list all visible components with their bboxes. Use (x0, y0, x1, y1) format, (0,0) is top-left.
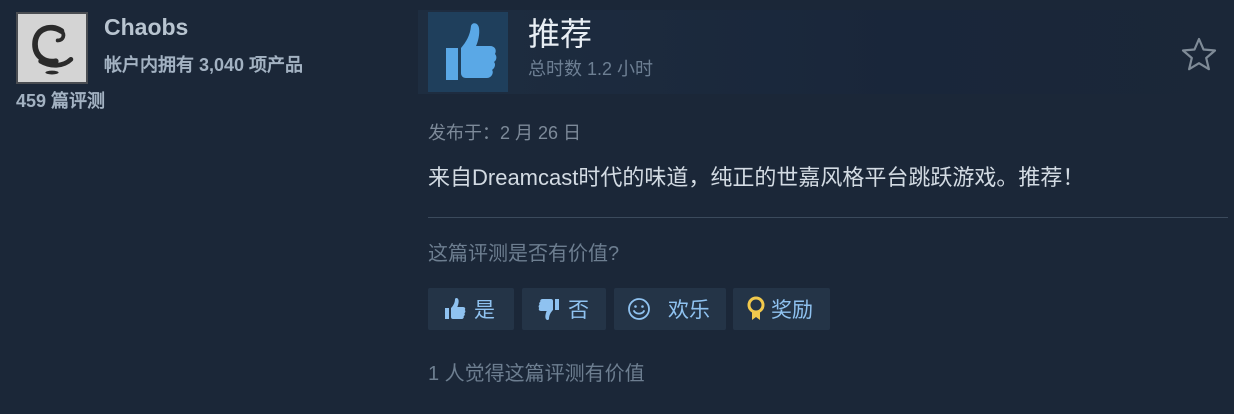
vote-no-label: 否 (568, 299, 589, 322)
playtime: 总时数 1.2 小时 (528, 59, 654, 79)
thumbs-up-icon (428, 12, 508, 92)
review-page: Chaobs 帐户内拥有 3,040 项产品 459 篇评测 推荐 总时数 1.… (0, 0, 1234, 414)
star-icon[interactable] (1180, 36, 1218, 72)
thumbs-up-icon (442, 296, 468, 322)
smiley-icon (626, 296, 652, 322)
thumbs-down-icon (536, 296, 562, 322)
award-button[interactable]: 奖励 (733, 288, 830, 330)
helpful-question: 这篇评测是否有价值? (428, 243, 620, 265)
award-label: 奖励 (771, 299, 813, 322)
avatar[interactable] (16, 12, 88, 84)
review-verdict[interactable]: 推荐 (528, 14, 592, 54)
divider (428, 217, 1228, 218)
helpful-count: 1 人觉得这篇评测有价值 (428, 363, 645, 385)
review-text: 来自Dreamcast时代的味道，纯正的世嘉风格平台跳跃游戏。推荐！ (428, 165, 1085, 190)
award-ribbon-icon (743, 296, 769, 322)
author-products-owned[interactable]: 帐户内拥有 3,040 项产品 (104, 52, 303, 78)
cobra-logo-icon (18, 14, 86, 82)
author-review-count[interactable]: 459 篇评测 (16, 88, 105, 114)
vote-yes-label: 是 (474, 299, 495, 322)
vote-no-button[interactable]: 否 (522, 288, 606, 330)
vote-yes-button[interactable]: 是 (428, 288, 514, 330)
posted-date: 发布于：2 月 26 日 (428, 123, 582, 143)
vote-funny-button[interactable]: 欢乐 (614, 288, 726, 330)
vote-funny-label: 欢乐 (668, 299, 710, 322)
author-name[interactable]: Chaobs (104, 12, 188, 42)
